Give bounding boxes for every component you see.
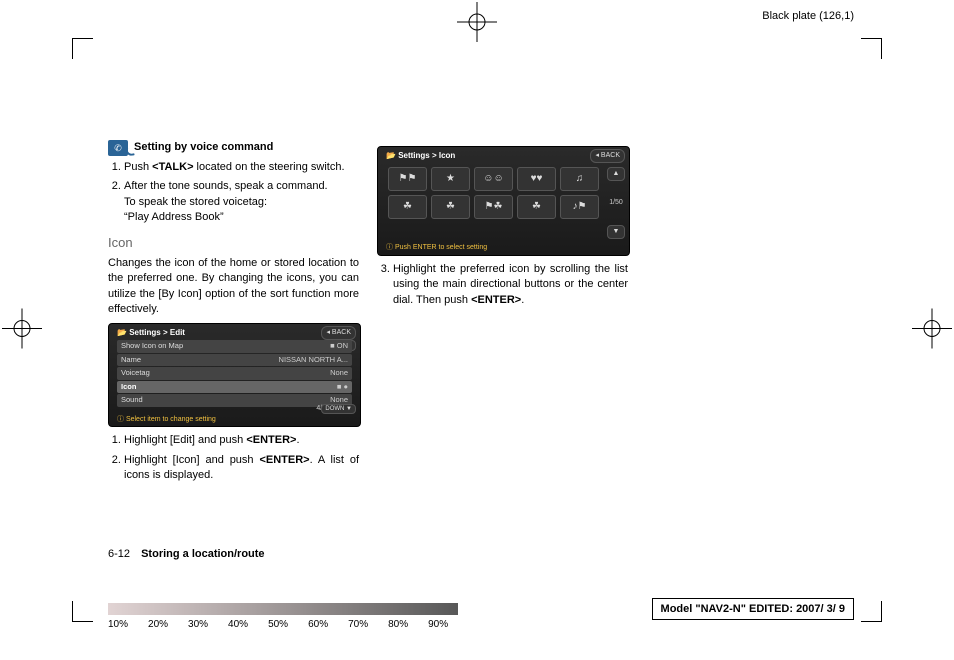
- ss2-icon-cell: ⚑☘: [474, 195, 513, 219]
- page-footer: 6-12 Storing a location/route: [108, 548, 265, 560]
- ss2-icon-cell: ☘: [388, 195, 427, 219]
- voice-command-heading: ✆ Setting by voice command: [108, 140, 359, 156]
- ss2-down-button: ▼: [607, 225, 625, 239]
- gradient-bar: [108, 603, 458, 615]
- registration-mark-left: [2, 309, 42, 352]
- ss2-back-button: ◂ BACK: [590, 149, 625, 163]
- page-number: 6-12: [108, 548, 130, 560]
- pct: 70%: [348, 619, 368, 630]
- voice-step-2-sub1: To speak the stored voicetag:: [124, 195, 359, 210]
- voice-command-title: Setting by voice command: [134, 140, 273, 155]
- icon-steps-list: Highlight [Edit] and push <ENTER>. Highl…: [108, 433, 359, 483]
- voice-step-1: Push <TALK> located on the steering swit…: [124, 160, 359, 175]
- crop-mark-tr: [861, 38, 882, 59]
- icon-step-1: Highlight [Edit] and push <ENTER>.: [124, 433, 359, 448]
- ss1-row-name: NameNISSAN NORTH A...: [117, 354, 352, 367]
- ss1-row-icon: Icon■ ●: [117, 381, 352, 394]
- icon-step-3: Highlight the preferred icon by scrollin…: [393, 262, 628, 308]
- ss2-up-button: ▲: [607, 167, 625, 181]
- registration-mark-right: [912, 309, 952, 352]
- ss1-rows: Show Icon on Map■ ON NameNISSAN NORTH A.…: [117, 340, 352, 408]
- percent-row: 10% 20% 30% 40% 50% 60% 70% 80% 90%: [108, 619, 528, 630]
- black-plate-label: Black plate (126,1): [762, 10, 854, 22]
- ss2-icon-cell: ♪⚑: [560, 195, 599, 219]
- voice-icon: ✆: [108, 140, 128, 156]
- ss1-row-show-icon: Show Icon on Map■ ON: [117, 340, 352, 353]
- ss2-icon-cell: ☘: [431, 195, 470, 219]
- voice-step-2-sub2: “Play Address Book”: [124, 210, 359, 225]
- screenshot-settings-edit: 📂 Settings > Edit ◂ BACK UP ▲ Show Icon …: [108, 323, 361, 427]
- ss1-down-button: DOWN ▼: [321, 404, 356, 414]
- section-title: Storing a location/route: [141, 548, 264, 560]
- column-right: 📂 Settings > Icon ◂ BACK ⚑⚑ ★ ☺☺ ♥♥ ♫ ☘ …: [377, 140, 628, 491]
- model-info-box: Model "NAV2-N" EDITED: 2007/ 3/ 9: [652, 598, 854, 620]
- screenshot-settings-icon: 📂 Settings > Icon ◂ BACK ⚑⚑ ★ ☺☺ ♥♥ ♫ ☘ …: [377, 146, 630, 256]
- model-name: "NAV2-N": [695, 603, 746, 615]
- ss1-title: 📂 Settings > Edit: [117, 327, 185, 338]
- registration-mark-top: [457, 2, 497, 45]
- ss2-footer: ⓘ Push ENTER to select setting: [386, 243, 487, 253]
- ss2-icon-cell: ★: [431, 167, 470, 191]
- icon-step-2: Highlight [Icon] and push <ENTER>. A lis…: [124, 453, 359, 484]
- icon-step3-list: Highlight the preferred icon by scrollin…: [377, 262, 628, 308]
- crop-mark-bl: [72, 601, 93, 622]
- pct: 30%: [188, 619, 208, 630]
- model-prefix: Model: [661, 603, 696, 615]
- ss2-icon-cell: ♥♥: [517, 167, 556, 191]
- pct: 40%: [228, 619, 248, 630]
- column-left: ✆ Setting by voice command Push <TALK> l…: [108, 140, 359, 491]
- ss2-counter: 1/50: [607, 198, 625, 208]
- icon-heading: Icon: [108, 234, 359, 252]
- ss1-back-button: ◂ BACK: [321, 326, 356, 340]
- ss2-icon-cell: ♫: [560, 167, 599, 191]
- ss2-icon-cell: ⚑⚑: [388, 167, 427, 191]
- pct: 60%: [308, 619, 328, 630]
- icon-description: Changes the icon of the home or stored l…: [108, 256, 359, 318]
- voice-step-2: After the tone sounds, speak a command. …: [124, 179, 359, 225]
- pct: 20%: [148, 619, 168, 630]
- ss2-icon-grid: ⚑⚑ ★ ☺☺ ♥♥ ♫ ☘ ☘ ⚑☘ ☘ ♪⚑: [388, 167, 599, 219]
- pct: 10%: [108, 619, 128, 630]
- pct: 90%: [428, 619, 448, 630]
- model-edited: EDITED: 2007/ 3/ 9: [746, 603, 845, 615]
- pct: 50%: [268, 619, 288, 630]
- crop-mark-br: [861, 601, 882, 622]
- page-content: ✆ Setting by voice command Push <TALK> l…: [108, 140, 628, 491]
- pct: 80%: [388, 619, 408, 630]
- ss2-icon-cell: ☺☺: [474, 167, 513, 191]
- ss2-title: 📂 Settings > Icon: [386, 150, 455, 161]
- ss1-footer: ⓘ Select item to change setting: [117, 415, 216, 425]
- voice-steps-list: Push <TALK> located on the steering swit…: [108, 160, 359, 226]
- crop-mark-tl: [72, 38, 93, 59]
- ss2-scroll-bar: ▲ 1/50 ▼: [607, 167, 625, 239]
- ss1-row-voicetag: VoicetagNone: [117, 367, 352, 380]
- ss2-icon-cell: ☘: [517, 195, 556, 219]
